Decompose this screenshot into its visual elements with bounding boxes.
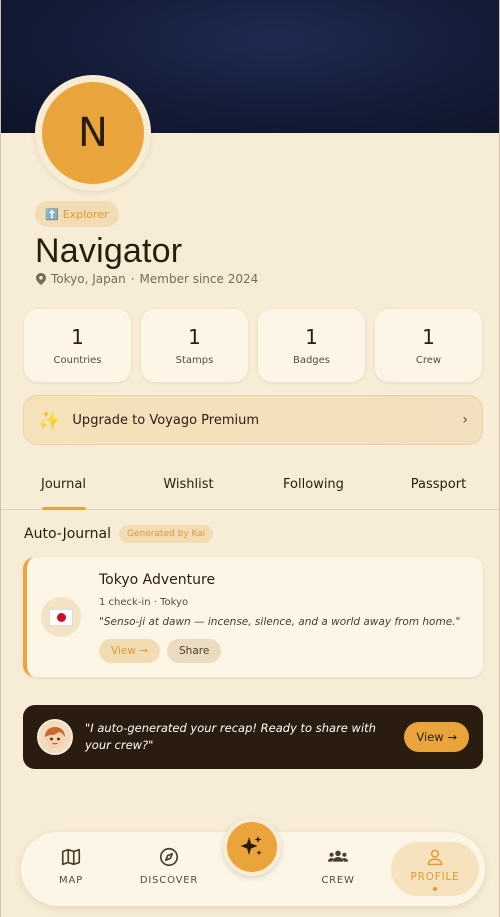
auto-journal-header: Auto-Journal Generated by Kai <box>24 525 214 543</box>
map-icon <box>61 848 81 866</box>
stat-value: 1 <box>422 325 435 349</box>
active-indicator-dot <box>433 887 437 891</box>
sparkles-icon <box>240 836 262 856</box>
stat-stamps[interactable]: 1 Stamps <box>141 309 248 382</box>
kai-avatar <box>37 719 73 755</box>
rank-badge: ⬆️ Explorer <box>35 201 119 227</box>
location-pin-icon <box>36 273 46 285</box>
arrow-up-icon: ⬆️ <box>45 207 59 221</box>
stat-badges[interactable]: 1 Badges <box>258 309 365 382</box>
view-button[interactable]: View → <box>99 639 161 663</box>
stat-label: Badges <box>292 355 331 366</box>
compass-icon <box>159 847 179 867</box>
person-icon <box>427 849 443 866</box>
nav-map[interactable]: MAP <box>26 846 116 886</box>
tab-passport[interactable]: Passport <box>376 465 499 509</box>
journal-card[interactable]: Tokyo Adventure 1 check-in · Tokyo "Sens… <box>23 557 483 677</box>
stat-value: 1 <box>71 325 84 349</box>
avatar-initial: N <box>42 82 144 184</box>
nav-crew-label: CREW <box>321 875 355 886</box>
member-since-text: Member since 2024 <box>139 272 259 286</box>
generated-badge: Generated by Kai <box>119 525 214 543</box>
nav-crew[interactable]: CREW <box>293 846 383 886</box>
tab-following[interactable]: Following <box>251 465 376 509</box>
kai-face-icon <box>45 727 65 748</box>
chevron-right-icon: › <box>462 412 468 428</box>
profile-tabs: Journal Wishlist Following Passport <box>1 465 499 510</box>
stat-countries[interactable]: 1 Countries <box>24 309 131 382</box>
stats-row: 1 Countries 1 Stamps 1 Badges 1 Crew <box>24 309 482 382</box>
nav-profile-label: PROFILE <box>410 871 460 883</box>
share-button[interactable]: Share <box>167 639 222 663</box>
location-text: Tokyo, Japan <box>51 272 126 286</box>
recap-message: "I auto-generated your recap! Ready to s… <box>85 721 376 752</box>
ai-sparkle-button[interactable] <box>223 818 281 876</box>
section-title: Auto-Journal <box>24 526 112 542</box>
stat-label: Crew <box>415 355 442 366</box>
recap-view-button[interactable]: View → <box>404 722 469 752</box>
rank-label: Explorer <box>62 207 109 221</box>
journal-card-subtitle: 1 check-in · Tokyo <box>99 597 189 608</box>
journal-card-title: Tokyo Adventure <box>99 572 216 588</box>
upgrade-premium-button[interactable]: ✨ Upgrade to Voyago Premium › <box>23 395 483 445</box>
profile-name: Navigator <box>35 232 183 270</box>
avatar[interactable]: N <box>35 75 151 191</box>
app-frame: N ⬆️ Explorer Navigator Tokyo, Japan · M… <box>0 0 500 917</box>
nav-profile[interactable]: PROFILE <box>391 842 479 896</box>
nav-discover[interactable]: DISCOVER <box>124 846 214 886</box>
stat-crew[interactable]: 1 Crew <box>375 309 482 382</box>
stat-label: Stamps <box>175 355 214 366</box>
stat-value: 1 <box>188 325 201 349</box>
group-icon <box>327 850 349 862</box>
stat-label: Countries <box>53 355 102 366</box>
profile-meta: Tokyo, Japan · Member since 2024 <box>36 272 258 286</box>
flag-graphic <box>49 608 73 626</box>
tab-journal[interactable]: Journal <box>1 465 126 509</box>
meta-separator: · <box>130 272 135 286</box>
stat-value: 1 <box>305 325 318 349</box>
sparkles-icon: ✨ <box>38 409 61 431</box>
nav-discover-label: DISCOVER <box>139 875 199 886</box>
journal-card-quote: "Senso-ji at dawn — incense, silence, an… <box>99 616 461 628</box>
upgrade-label: Upgrade to Voyago Premium <box>72 412 259 428</box>
tab-wishlist[interactable]: Wishlist <box>126 465 251 509</box>
kai-recap-banner: "I auto-generated your recap! Ready to s… <box>23 705 483 769</box>
nav-map-label: MAP <box>59 875 83 886</box>
japan-flag-icon <box>41 597 81 637</box>
